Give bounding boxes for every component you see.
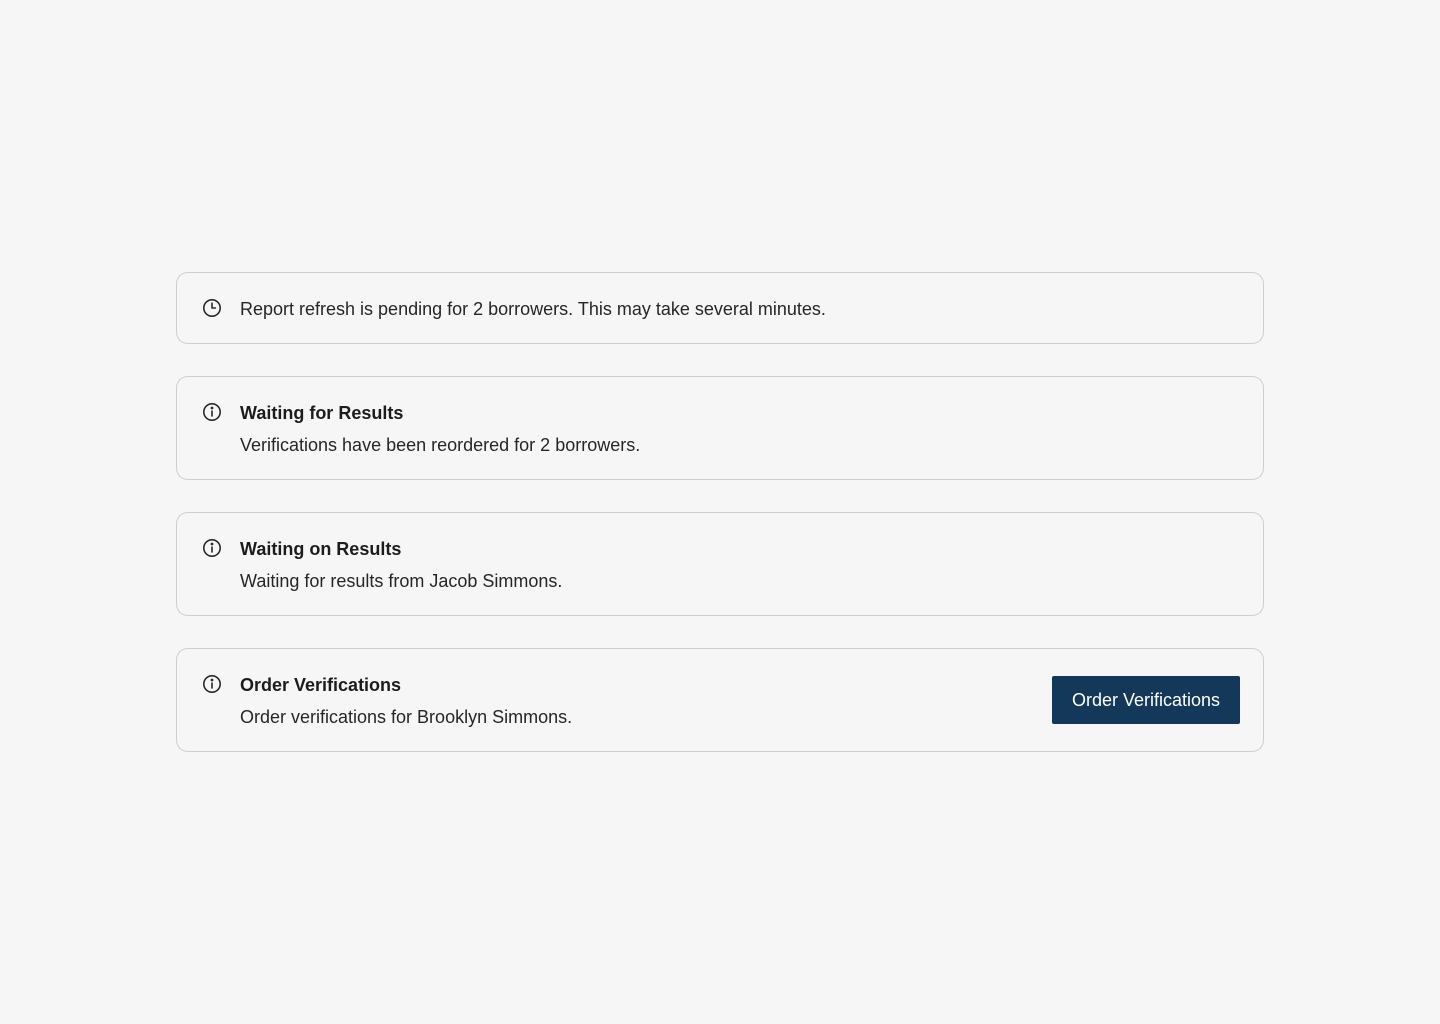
alert-title: Waiting on Results — [240, 539, 402, 559]
info-icon — [202, 674, 222, 694]
alert-description: Verifications have been reordered for 2 … — [240, 435, 641, 455]
alert-description: Order verifications for Brooklyn Simmons… — [240, 707, 573, 727]
alert-title: Waiting for Results — [240, 403, 404, 423]
alert-description: Waiting for results from Jacob Simmons. — [240, 571, 563, 591]
alert-title: Order Verifications — [240, 675, 402, 695]
report-refresh-pending-alert: Report refresh is pending for 2 borrower… — [176, 272, 1264, 344]
waiting-on-results-alert: Waiting on Results Waiting for results f… — [176, 512, 1264, 616]
alert-message: Report refresh is pending for 2 borrower… — [240, 299, 826, 319]
waiting-for-results-alert: Waiting for Results Verifications have b… — [176, 376, 1264, 480]
info-icon — [202, 538, 222, 558]
order-verifications-button[interactable]: Order Verifications — [1052, 676, 1240, 724]
order-verifications-alert: Order Verifications Order verifications … — [176, 648, 1264, 752]
info-icon — [202, 402, 222, 422]
alerts-container: Report refresh is pending for 2 borrower… — [176, 272, 1264, 784]
clock-icon — [202, 298, 222, 318]
